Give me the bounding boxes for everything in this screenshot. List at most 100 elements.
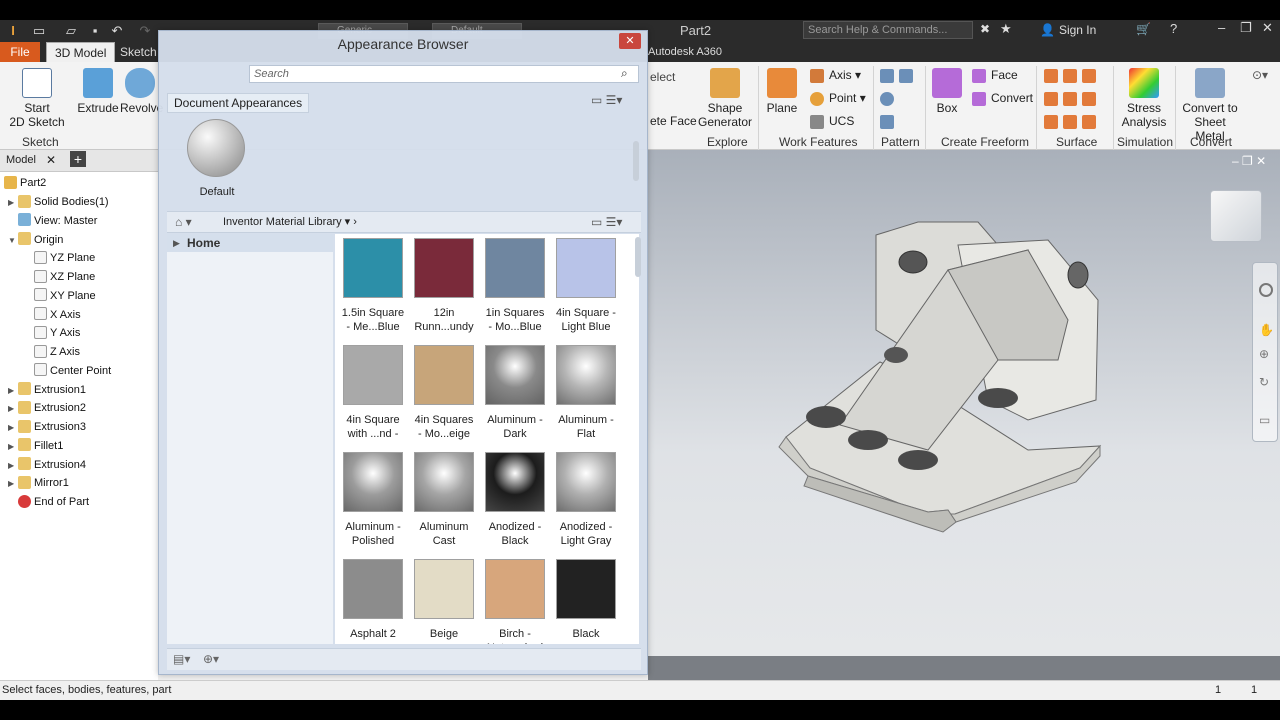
tree-item[interactable]: Origin [18, 231, 63, 249]
appearance-swatch[interactable] [414, 345, 474, 405]
viewcube-icon[interactable] [1210, 190, 1262, 242]
appearance-swatch[interactable] [556, 452, 616, 512]
ribbon-options-icon[interactable]: ⊙▾ [1252, 68, 1268, 82]
create-appearance-icon[interactable]: ⊕▾ [203, 652, 219, 666]
viewport-window-controls[interactable]: ‒ ❐ ✕ [1232, 154, 1266, 168]
library-selector[interactable]: Inventor Material Library ▾ › [223, 215, 357, 228]
appearance-swatch[interactable] [343, 559, 403, 619]
ucs-button[interactable]: UCS [810, 114, 854, 129]
new-icon[interactable]: ▭ [32, 23, 46, 38]
restore-icon[interactable]: ❐ [1240, 20, 1252, 36]
expand-icon[interactable]: ▶ [8, 442, 14, 451]
rectangular-pattern-icon[interactable] [880, 68, 918, 83]
convert-sheet-metal-button[interactable]: Convert to Sheet Metal [1178, 68, 1242, 143]
tree-item[interactable]: Extrusion1 [18, 381, 86, 399]
expand-icon[interactable]: ▶ [8, 404, 14, 413]
minimize-icon[interactable]: ‒ [1218, 20, 1225, 35]
library-options-icon[interactable]: ▤▾ [173, 652, 190, 666]
redo-icon[interactable]: ↷ [138, 23, 152, 38]
tree-item[interactable]: Extrusion2 [18, 399, 86, 417]
tree-item[interactable]: Y Axis [34, 324, 80, 342]
sign-in-link[interactable]: 👤 Sign In [1040, 23, 1096, 37]
appearance-search-input[interactable]: Search [249, 65, 639, 83]
point-button[interactable]: Point ▾ [810, 91, 866, 106]
doc-scrollbar[interactable] [633, 141, 639, 181]
tree-item[interactable]: Fillet1 [18, 437, 63, 455]
undo-icon[interactable]: ↶ [110, 23, 124, 38]
appearance-swatch[interactable] [343, 345, 403, 405]
appearance-swatch[interactable] [414, 559, 474, 619]
tree-item[interactable]: Extrusion4 [18, 456, 86, 474]
tree-item[interactable]: Extrusion3 [18, 418, 86, 436]
expand-icon[interactable]: ▶ [8, 198, 14, 207]
tree-item[interactable]: YZ Plane [34, 249, 95, 267]
tree-item-home[interactable]: ▶ Home [167, 234, 333, 252]
revolve-button[interactable]: Revolve [120, 68, 163, 115]
box-button[interactable]: Box [928, 68, 966, 115]
delete-face-label[interactable]: ete Face [650, 114, 697, 128]
view-toggle-icon[interactable]: ▭ ☰▾ [591, 93, 622, 107]
surface-tools-row3[interactable] [1044, 114, 1101, 129]
tree-item[interactable]: X Axis [34, 306, 81, 324]
home-icon[interactable]: ⌂ ▾ [175, 215, 192, 229]
exchange-icon[interactable]: ✖ [980, 22, 990, 36]
model-tab[interactable]: Model [6, 154, 36, 166]
appearance-swatch[interactable] [485, 452, 545, 512]
convert-button[interactable]: Convert [972, 91, 1033, 106]
surface-tools-row1[interactable] [1044, 68, 1101, 83]
expand-icon[interactable]: ▶ [8, 479, 14, 488]
library-view-toggle-icon[interactable]: ▭ ☰▾ [591, 215, 622, 229]
graphics-viewport[interactable]: ✋ ⊕ ↻ ▭ ‒ ❐ ✕ [648, 150, 1280, 656]
expand-icon[interactable]: ▼ [8, 236, 16, 245]
default-appearance-swatch[interactable] [187, 119, 245, 177]
close-window-icon[interactable]: ✕ [1262, 20, 1273, 36]
start-sketch-button[interactable]: Start 2D Sketch [8, 68, 66, 129]
expand-icon[interactable]: ▶ [8, 423, 14, 432]
library-scrollbar[interactable] [635, 237, 641, 277]
face-button[interactable]: Face [972, 68, 1018, 83]
appearance-swatch[interactable] [414, 238, 474, 298]
help-icon[interactable]: ? [1170, 21, 1177, 36]
appearance-swatch[interactable] [556, 559, 616, 619]
open-icon[interactable]: ▱ [64, 23, 78, 38]
expand-icon[interactable]: ▶ [8, 386, 14, 395]
appearance-swatch[interactable] [556, 345, 616, 405]
orbit-icon[interactable]: ↻ [1259, 375, 1269, 389]
zoom-icon[interactable]: ⊕ [1259, 347, 1269, 361]
appearance-swatch[interactable] [485, 345, 545, 405]
circular-pattern-icon[interactable] [880, 91, 899, 106]
help-search-input[interactable]: Search Help & Commands... [803, 21, 973, 39]
dialog-close-button[interactable]: ✕ [619, 33, 641, 49]
expand-icon[interactable]: ▶ [8, 461, 14, 470]
tree-item[interactable]: Z Axis [34, 343, 80, 361]
inventor-logo-icon[interactable]: I [6, 23, 20, 38]
save-icon[interactable]: ▪ [88, 23, 102, 38]
add-tab-icon[interactable]: + [70, 151, 86, 167]
pan-icon[interactable]: ✋ [1259, 323, 1274, 337]
stress-analysis-button[interactable]: Stress Analysis [1116, 68, 1172, 129]
appearance-swatch[interactable] [414, 452, 474, 512]
search-icon[interactable]: ⌕ [621, 66, 628, 81]
tree-item[interactable]: Mirror1 [18, 474, 69, 492]
steering-wheel-icon[interactable] [1259, 283, 1273, 297]
shape-generator-button[interactable]: Shape Generator [696, 68, 754, 129]
tree-item[interactable]: XZ Plane [34, 268, 95, 286]
tree-item[interactable]: Solid Bodies(1) [18, 193, 109, 211]
appearance-swatch[interactable] [485, 238, 545, 298]
tree-item[interactable]: View: Master [18, 212, 97, 230]
tree-root[interactable]: Part2 [4, 174, 46, 192]
extrude-button[interactable]: Extrude [76, 68, 120, 115]
plane-button[interactable]: Plane [764, 68, 800, 115]
cart-icon[interactable]: 🛒 [1136, 22, 1151, 36]
tree-item[interactable]: Center Point [34, 362, 111, 380]
axis-button[interactable]: Axis ▾ [810, 68, 861, 83]
appearance-swatch[interactable] [343, 452, 403, 512]
appearance-swatch[interactable] [485, 559, 545, 619]
navigation-bar[interactable]: ✋ ⊕ ↻ ▭ [1252, 262, 1278, 442]
appearance-swatch[interactable] [343, 238, 403, 298]
appearance-swatch[interactable] [556, 238, 616, 298]
tree-item[interactable]: XY Plane [34, 287, 96, 305]
look-at-icon[interactable]: ▭ [1259, 413, 1270, 427]
surface-tools-row2[interactable] [1044, 91, 1101, 106]
close-tab-icon[interactable]: ✕ [46, 153, 56, 167]
